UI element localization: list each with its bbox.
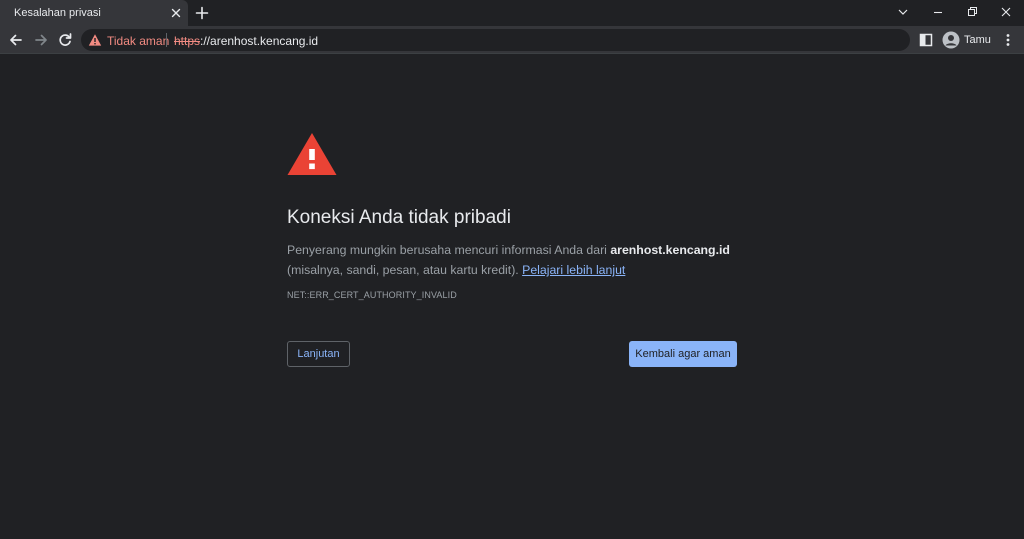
tab-title: Kesalahan privasi (14, 7, 101, 19)
toolbar: Tidak aman https://arenhost.kencang.id T… (0, 26, 1024, 54)
reload-icon[interactable] (55, 30, 75, 50)
advanced-button[interactable]: Lanjutan (287, 341, 350, 367)
forward-arrow-icon[interactable] (31, 30, 51, 50)
profile-name: Tamu (964, 34, 991, 46)
side-panel-icon[interactable] (918, 32, 934, 48)
description-suffix: (misalnya, sandi, pesan, atau kartu kred… (287, 263, 523, 277)
profile-button[interactable]: Tamu (940, 29, 991, 51)
close-window-icon[interactable] (996, 3, 1016, 21)
minimize-icon[interactable] (928, 3, 948, 21)
address-bar[interactable]: Tidak aman https://arenhost.kencang.id (81, 29, 910, 51)
warning-triangle-icon (287, 133, 337, 175)
back-arrow-icon[interactable] (6, 30, 26, 50)
chevron-down-icon[interactable] (893, 3, 913, 21)
tab-active[interactable]: Kesalahan privasi (0, 0, 188, 26)
url-host: ://arenhost.kencang.id (200, 34, 319, 48)
close-icon[interactable] (168, 5, 184, 21)
restore-icon[interactable] (962, 3, 982, 21)
interstitial-page: Koneksi Anda tidak pribadi Penyerang mun… (0, 55, 1024, 539)
kebab-menu-icon[interactable] (1000, 32, 1016, 48)
page-title: Koneksi Anda tidak pribadi (287, 207, 511, 228)
description-prefix: Penyerang mungkin berusaha mencuri infor… (287, 243, 611, 257)
tab-strip: Kesalahan privasi (0, 0, 1024, 26)
learn-more-link[interactable]: Pelajari lebih lanjut (522, 263, 625, 277)
security-status-label[interactable]: Tidak aman (107, 34, 169, 48)
url-text[interactable]: https://arenhost.kencang.id (174, 34, 318, 48)
error-code: NET::ERR_CERT_AUTHORITY_INVALID (287, 290, 457, 300)
warning-description: Penyerang mungkin berusaha mencuri infor… (287, 240, 747, 280)
omnibox-separator (166, 33, 167, 47)
back-to-safety-button[interactable]: Kembali agar aman (629, 341, 737, 367)
url-scheme: https (174, 34, 201, 48)
avatar-icon (942, 31, 960, 49)
plus-icon[interactable] (193, 4, 211, 22)
host-name: arenhost.kencang.id (610, 243, 730, 257)
warning-triangle-icon[interactable] (88, 33, 102, 47)
